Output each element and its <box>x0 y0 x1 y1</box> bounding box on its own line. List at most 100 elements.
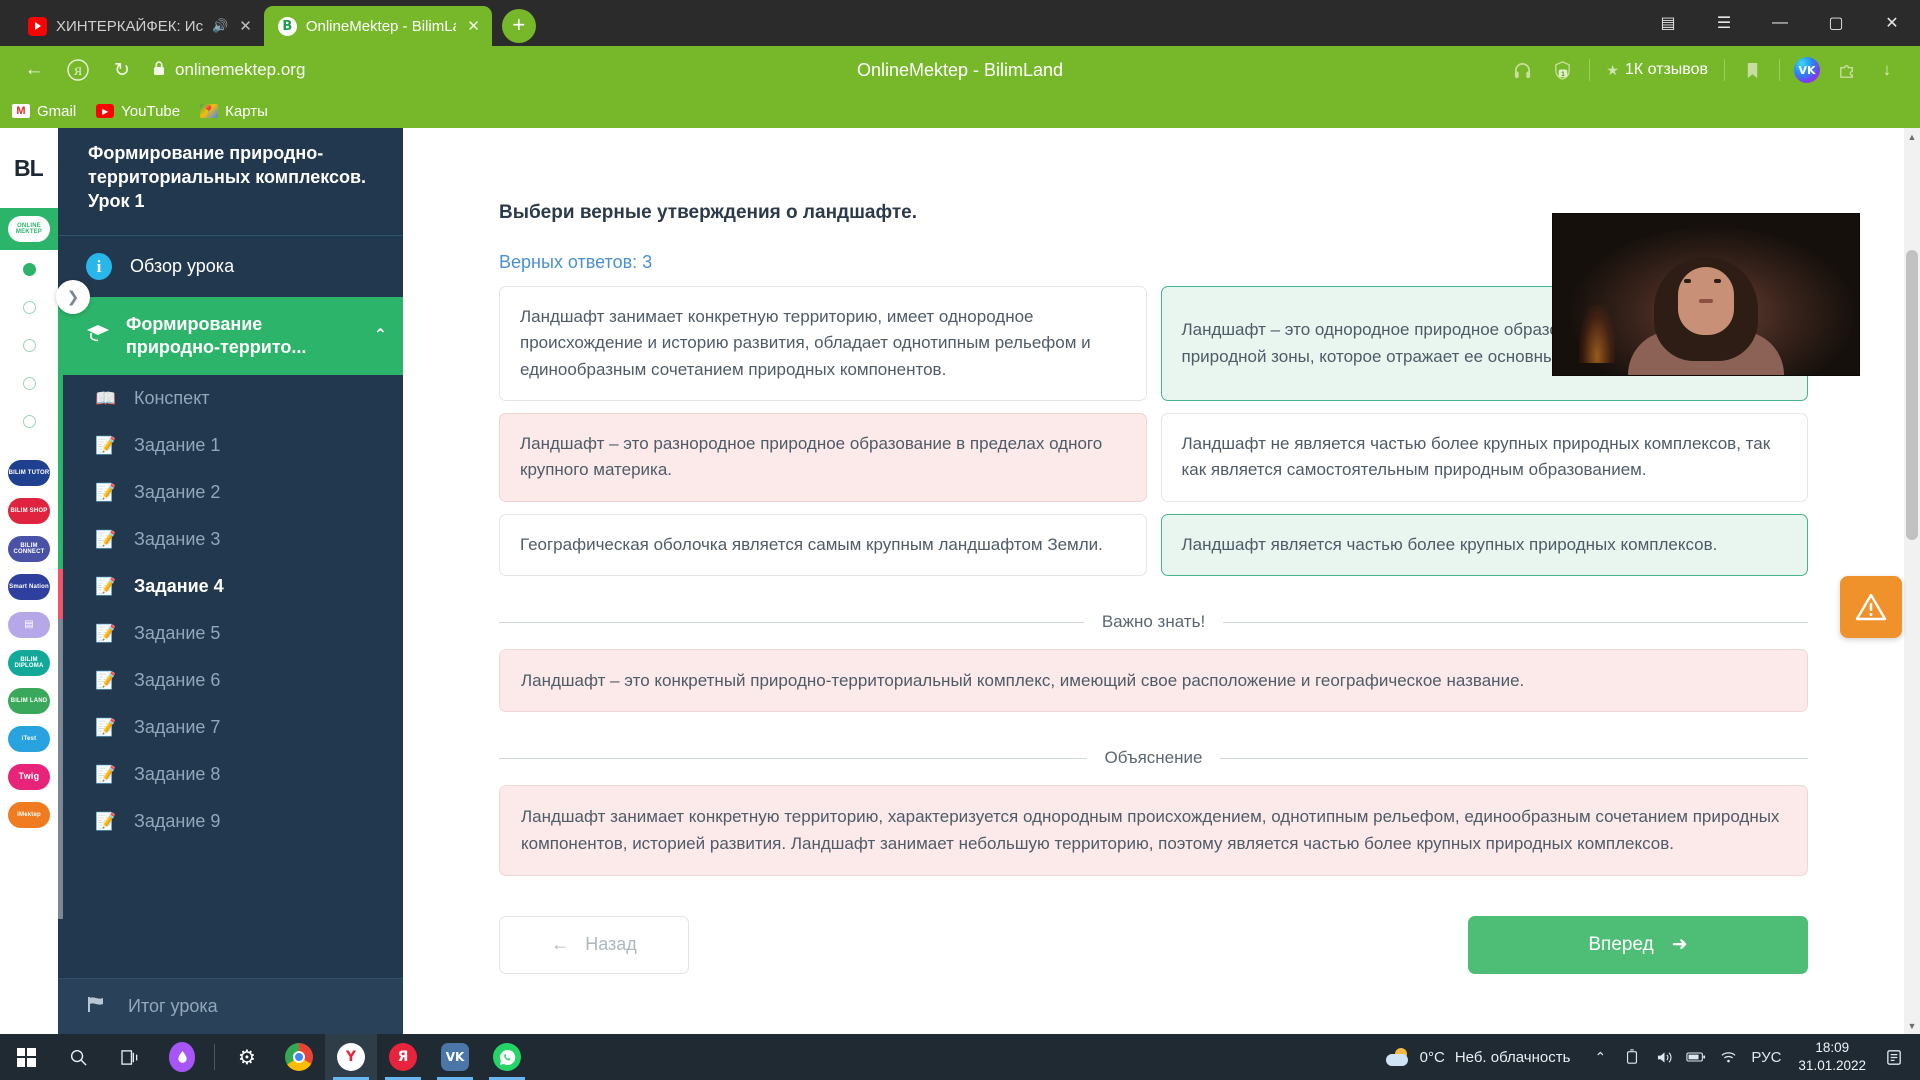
rail-progress-dot[interactable] <box>0 288 58 326</box>
rail-progress-dot[interactable] <box>0 326 58 364</box>
expand-sidebar-button[interactable]: ❯ <box>56 280 90 314</box>
language-indicator[interactable]: РУС <box>1744 1034 1788 1080</box>
sidebar-item-lesson-result[interactable]: Итог урока <box>58 978 403 1034</box>
rail-item-itest[interactable]: iTest <box>0 720 58 758</box>
gmail-icon: M <box>12 104 30 118</box>
back-button[interactable]: ← Назад <box>499 915 689 974</box>
scrollbar-thumb[interactable] <box>1906 250 1918 540</box>
minimize-button[interactable]: — <box>1752 0 1808 46</box>
browser-tab-2[interactable]: B OnlineMektep - BilimLa ✕ <box>263 6 492 46</box>
sidebar-item-task-9[interactable]: 📝 Задание 9 <box>58 798 403 845</box>
sidebar-item-task-4[interactable]: 📝 Задание 4 <box>58 563 403 610</box>
taskbar-clock[interactable]: 18:09 31.01.2022 <box>1788 1039 1876 1075</box>
answer-option[interactable]: Ландшафт является частью более крупных п… <box>1160 513 1808 577</box>
answer-option[interactable]: Географическая оболочка является самым к… <box>499 513 1147 577</box>
webcam-overlay[interactable] <box>1552 213 1860 376</box>
wifi-icon[interactable] <box>1712 1034 1744 1080</box>
device-icon[interactable] <box>1616 1034 1648 1080</box>
battery-icon[interactable] <box>1680 1034 1712 1080</box>
yandex-logo-icon[interactable]: Я <box>58 50 98 90</box>
tab-close-icon[interactable]: ✕ <box>467 17 480 35</box>
sidebar-item-label: Задание 2 <box>134 482 221 503</box>
scroll-up-arrow[interactable]: ▲ <box>1904 128 1920 145</box>
browser-menu-icon[interactable]: ☰ <box>1696 0 1752 46</box>
taskbar-app-whatsapp[interactable] <box>481 1034 533 1080</box>
rail-item-bilimshop[interactable]: BILIM SHOP <box>0 492 58 530</box>
sidebar-item-task-2[interactable]: 📝 Задание 2 <box>58 469 403 516</box>
sidebar-item-task-7[interactable]: 📝 Задание 7 <box>58 704 403 751</box>
sidebar-item-task-8[interactable]: 📝 Задание 8 <box>58 751 403 798</box>
rail-item-bilimconnect[interactable]: BILIM CONNECT <box>0 530 58 568</box>
bookmark-icon[interactable] <box>1733 51 1771 89</box>
divider <box>1220 757 1809 759</box>
reviews-button[interactable]: ★ 1К отзывов <box>1598 61 1716 79</box>
new-tab-button[interactable]: + <box>501 9 536 43</box>
rail-progress-dot[interactable] <box>0 250 58 288</box>
sidebar-item-task-5[interactable]: 📝 Задание 5 <box>58 610 403 657</box>
taskbar-app-yandex[interactable]: Я <box>377 1034 429 1080</box>
bookmark-youtube[interactable]: ▶ YouTube <box>96 103 180 120</box>
browser-tab-1[interactable]: ХИНТЕРКАЙФЕК: Ис 🔊 ✕ <box>14 6 264 46</box>
sidebar-item-lesson-overview[interactable]: i Обзор урока <box>58 236 403 297</box>
sidebar-item-task-3[interactable]: 📝 Задание 3 <box>58 516 403 563</box>
answer-option[interactable]: Ландшафт занимает конкретную территорию,… <box>499 286 1147 402</box>
vk-extension-icon[interactable]: VK <box>1788 51 1826 89</box>
sidebar-item-konspekt[interactable]: 📖 Конспект <box>58 375 403 422</box>
taskbar-app-drop[interactable] <box>156 1034 208 1080</box>
sidebar-item-label: Итог урока <box>128 996 218 1016</box>
notifications-icon[interactable] <box>1876 1034 1912 1080</box>
scroll-down-arrow[interactable]: ▼ <box>1904 1017 1920 1034</box>
sidebar-item-task-6[interactable]: 📝 Задание 6 <box>58 657 403 704</box>
download-icon[interactable]: ↓ <box>1868 51 1906 89</box>
taskbar-app-yandex-browser[interactable]: Y <box>325 1034 377 1080</box>
rail-item-bilimdiploma[interactable]: BILIM DIPLOMA <box>0 644 58 682</box>
weather-widget[interactable]: 0°C Неб. облачность <box>1372 1048 1585 1066</box>
rail-item-onlinemektep[interactable]: ONLINE MEKTEP <box>0 208 58 250</box>
taskbar-app-settings[interactable]: ⚙ <box>221 1034 273 1080</box>
puzzle-extension-icon[interactable] <box>1828 51 1866 89</box>
sidebar-chapter-label: Формирование природно-террито... <box>126 314 307 358</box>
answer-option[interactable]: Ландшафт не является частью более крупны… <box>1160 413 1808 502</box>
explanation-note: Ландшафт занимает конкретную территорию,… <box>499 785 1808 876</box>
rail-progress-dot[interactable] <box>0 364 58 402</box>
tab-mute-icon[interactable]: 🔊 <box>212 18 228 34</box>
tab-close-icon[interactable]: ✕ <box>239 17 252 35</box>
address-bar[interactable]: onlinemektep.org <box>152 60 305 80</box>
rail-item-bilimland[interactable]: BILIM LAND <box>0 682 58 720</box>
rail-item-smartnation[interactable]: Smart Nation <box>0 568 58 606</box>
page-viewport: BL ONLINE MEKTEP BILIM TUTOR BILIM SHOP … <box>0 128 1920 1034</box>
rail-progress-dot[interactable] <box>0 402 58 440</box>
navigation-bar: ← Я ↻ onlinemektep.org OnlineMektep - Bi… <box>0 46 1920 94</box>
bookmark-maps[interactable]: 📍 Карты <box>200 103 268 120</box>
rail-item-imektep[interactable]: iMektep <box>0 796 58 834</box>
tray-expand-chevron-icon[interactable]: ⌃ <box>1584 1034 1616 1080</box>
taskbar-app-vk[interactable]: VK <box>429 1034 481 1080</box>
rail-item-bilimtutor[interactable]: BILIM TUTOR <box>0 454 58 492</box>
task-view-button[interactable] <box>104 1034 156 1080</box>
report-problem-button[interactable] <box>1840 576 1902 638</box>
headphones-icon[interactable] <box>1503 51 1541 89</box>
start-button[interactable] <box>0 1034 52 1080</box>
forward-button[interactable]: Вперед ➜ <box>1468 915 1808 974</box>
shield-protection-icon[interactable]: 1 <box>1543 51 1581 89</box>
close-window-button[interactable]: ✕ <box>1864 0 1920 46</box>
collections-icon[interactable]: ▤ <box>1640 0 1696 46</box>
arrow-right-icon: ➜ <box>1671 934 1688 956</box>
rail-item-twig[interactable]: Twig <box>0 758 58 796</box>
page-scrollbar[interactable]: ▲ ▼ <box>1904 128 1920 1034</box>
sidebar-chapter-current[interactable]: Формирование природно-террито... ⌃ <box>58 297 403 376</box>
bilimland-logo[interactable]: BL <box>0 128 58 208</box>
reload-icon[interactable]: ↻ <box>102 50 142 90</box>
volume-icon[interactable] <box>1648 1034 1680 1080</box>
rail-item-bilimcard[interactable]: ▤ <box>0 606 58 644</box>
sidebar-item-task-1[interactable]: 📝 Задание 1 <box>58 422 403 469</box>
toolbar-divider <box>1589 59 1591 81</box>
maximize-button[interactable]: ▢ <box>1808 0 1864 46</box>
bookmark-gmail[interactable]: M Gmail <box>12 103 76 120</box>
search-button[interactable] <box>52 1034 104 1080</box>
answer-option[interactable]: Ландшафт – это разнородное природное обр… <box>499 413 1147 502</box>
back-icon[interactable]: ← <box>14 50 54 90</box>
chevron-up-icon[interactable]: ⌃ <box>374 326 387 346</box>
taskbar-app-chrome[interactable] <box>273 1034 325 1080</box>
task-view-icon <box>120 1049 137 1065</box>
